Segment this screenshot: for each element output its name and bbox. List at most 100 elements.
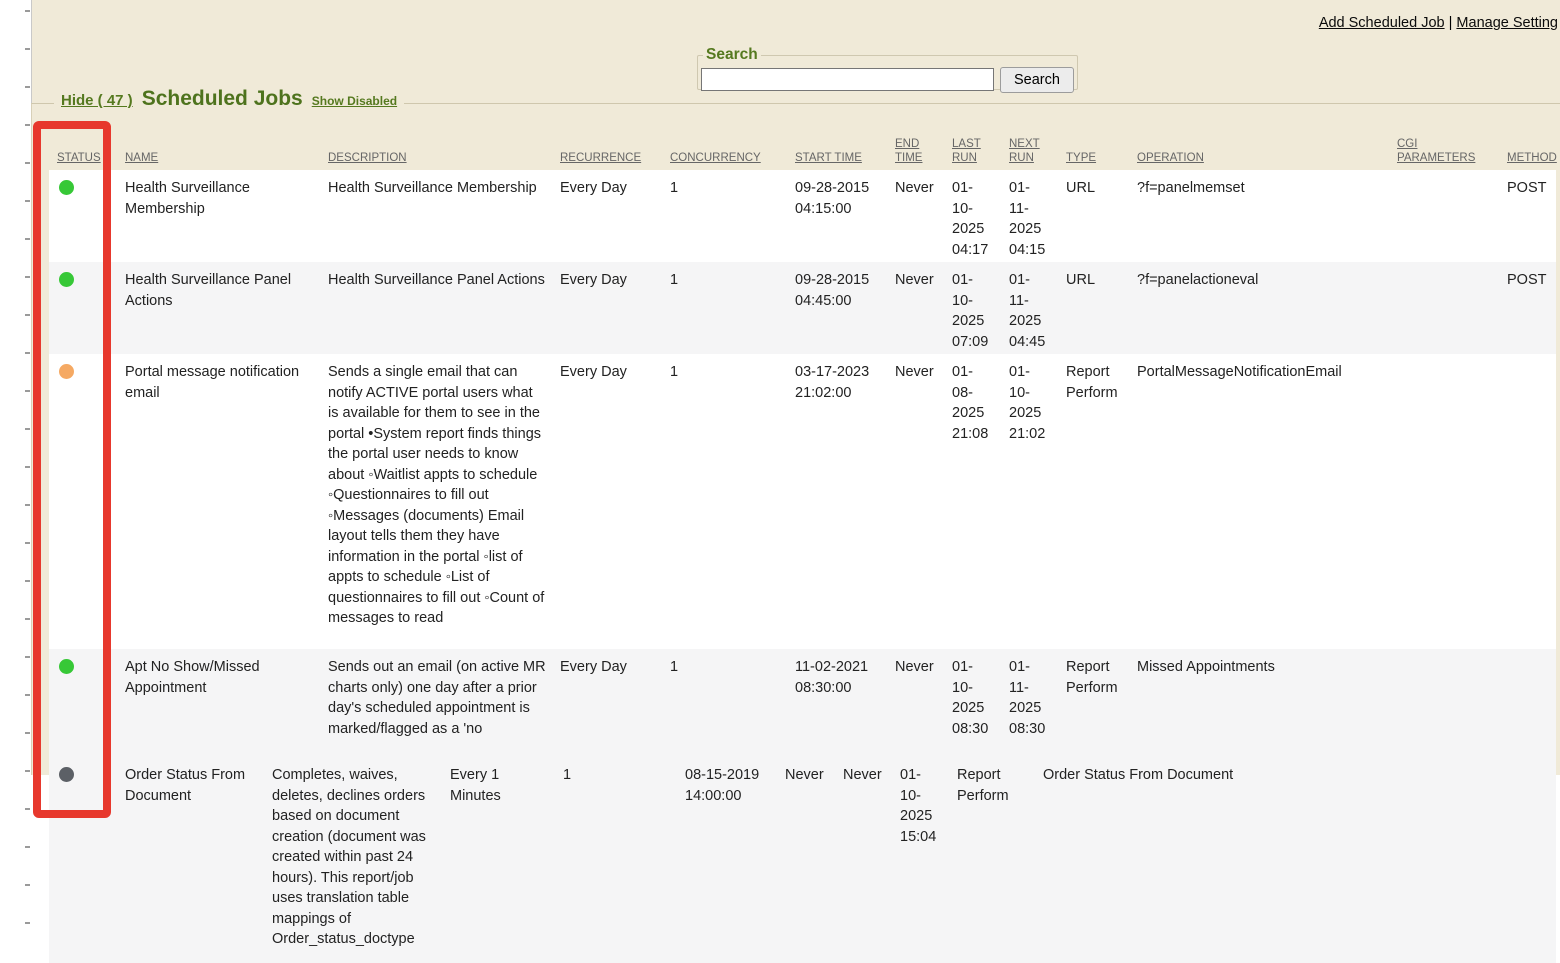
- status-cell: [49, 757, 117, 952]
- cell-type: Report Perform: [1058, 649, 1129, 758]
- cell-description: Sends a single email that can notify ACT…: [320, 354, 552, 649]
- cell-recurrence: Every Day: [552, 170, 662, 262]
- cell-next-run: 01-11-2025 04:15: [1001, 170, 1058, 262]
- table-row: Health Surveillance Panel ActionsHealth …: [49, 262, 1556, 354]
- cell-next-run: 01-10-2025 21:02: [1001, 354, 1058, 649]
- cell-end-time: Never: [887, 262, 944, 354]
- cell-start-time: 09-28-2015 04:45:00: [787, 262, 887, 354]
- cell-cgi-parameters: [1389, 354, 1499, 649]
- cell-operation: Order Status From Document: [1035, 757, 1556, 952]
- status-cell: [49, 649, 117, 758]
- cell-start-time: 03-17-2023 21:02:00: [787, 354, 887, 649]
- status-dot-green: [59, 180, 74, 195]
- add-scheduled-job-link[interactable]: Add Scheduled Job: [1319, 15, 1445, 31]
- cell-operation: PortalMessageNotificationEmail: [1129, 354, 1389, 649]
- top-links-separator: |: [1449, 15, 1453, 31]
- status-cell: [49, 354, 117, 649]
- cell-type: URL: [1058, 262, 1129, 354]
- cell-end-time: Never: [887, 354, 944, 649]
- cell-cgi-parameters: [1389, 262, 1499, 354]
- scheduled-jobs-table-continued: Order Status From DocumentCompletes, wai…: [49, 757, 1556, 963]
- scheduled-jobs-table: STATUSNAMEDESCRIPTIONRECURRENCECONCURREN…: [49, 124, 1556, 758]
- cell-next-run: 01-10-2025 15:04: [892, 757, 949, 952]
- cell-recurrence: Every Day: [552, 649, 662, 758]
- cell-name: Apt No Show/Missed Appointment: [117, 649, 320, 758]
- cell-name: Health Surveillance Membership: [117, 170, 320, 262]
- gutter-tick-marks: [25, 10, 30, 950]
- column-header-description[interactable]: DESCRIPTION: [320, 151, 552, 165]
- cell-name: Portal message notification email: [117, 354, 320, 649]
- cell-end-time: Never: [887, 649, 944, 758]
- cell-name: Health Surveillance Panel Actions: [117, 262, 320, 354]
- cell-recurrence: Every Day: [552, 354, 662, 649]
- cell-description: Completes, waives, deletes, declines ord…: [264, 757, 442, 952]
- show-disabled-link[interactable]: Show Disabled: [312, 91, 397, 112]
- cell-operation: ?f=panelmemset: [1129, 170, 1389, 262]
- cell-concurrency: 1: [662, 262, 787, 354]
- cell-method: POST: [1499, 262, 1556, 354]
- cell-name: Order Status From Document: [117, 757, 264, 952]
- cell-last-run: Never: [835, 757, 892, 952]
- table-row: Portal message notification emailSends a…: [49, 354, 1556, 649]
- search-legend: Search: [703, 45, 761, 66]
- cell-last-run: 01-10-2025 08:30: [944, 649, 1001, 758]
- column-header-type[interactable]: TYPE: [1058, 151, 1129, 165]
- cell-method: [1499, 649, 1556, 758]
- cell-recurrence: Every 1 Minutes: [442, 757, 555, 952]
- cell-next-run: 01-11-2025 08:30: [1001, 649, 1058, 758]
- cell-description: Health Surveillance Panel Actions: [320, 262, 552, 354]
- table-row: Health Surveillance MembershipHealth Sur…: [49, 170, 1556, 262]
- cell-method: [1499, 354, 1556, 649]
- column-header-end-time[interactable]: END TIME: [887, 137, 944, 165]
- cell-end-time: Never: [887, 170, 944, 262]
- column-header-status[interactable]: STATUS: [49, 151, 117, 165]
- status-dot-green: [59, 659, 74, 674]
- table-row: Apt No Show/Missed AppointmentSends out …: [49, 649, 1556, 758]
- cell-type: URL: [1058, 170, 1129, 262]
- cell-description: Health Surveillance Membership: [320, 170, 552, 262]
- status-dot-green: [59, 272, 74, 287]
- cell-type: Report Perform: [949, 757, 1035, 952]
- cell-operation: ?f=panelactioneval: [1129, 262, 1389, 354]
- cell-start-time: 08-15-2019 14:00:00: [677, 757, 777, 952]
- column-header-last-run[interactable]: LAST RUN: [944, 137, 1001, 165]
- table-header-row: STATUSNAMEDESCRIPTIONRECURRENCECONCURREN…: [49, 124, 1556, 170]
- column-header-next-run[interactable]: NEXT RUN: [1001, 137, 1058, 165]
- table-row: Order Status From DocumentCompletes, wai…: [49, 757, 1556, 952]
- column-header-concurrency[interactable]: CONCURRENCY: [662, 151, 787, 165]
- cell-start-time: 11-02-2021 08:30:00: [787, 649, 887, 758]
- cell-operation: Missed Appointments: [1129, 649, 1389, 758]
- search-fieldset: Search Search: [697, 45, 1078, 90]
- cell-last-run: 01-10-2025 07:09: [944, 262, 1001, 354]
- status-dot-gray: [59, 767, 74, 782]
- hide-count-link[interactable]: Hide ( 47 ): [61, 91, 133, 112]
- cell-cgi-parameters: [1389, 649, 1499, 758]
- status-cell: [49, 170, 117, 262]
- cell-recurrence: Every Day: [552, 262, 662, 354]
- cell-concurrency: 1: [662, 354, 787, 649]
- status-cell: [49, 262, 117, 354]
- column-header-start-time[interactable]: START TIME: [787, 151, 887, 165]
- cell-last-run: 01-10-2025 04:17: [944, 170, 1001, 262]
- cell-type: Report Perform: [1058, 354, 1129, 649]
- cell-cgi-parameters: [1389, 170, 1499, 262]
- cell-end-time: Never: [777, 757, 835, 952]
- cell-concurrency: 1: [662, 170, 787, 262]
- search-button[interactable]: Search: [1000, 67, 1074, 93]
- column-header-name[interactable]: NAME: [117, 151, 320, 165]
- cell-next-run: 01-11-2025 04:45: [1001, 262, 1058, 354]
- cell-method: POST: [1499, 170, 1556, 262]
- page-title: Scheduled Jobs: [142, 89, 303, 110]
- cell-start-time: 09-28-2015 04:15:00: [787, 170, 887, 262]
- search-input[interactable]: [701, 68, 994, 91]
- cell-description: Sends out an email (on active MR charts …: [320, 649, 552, 758]
- scheduled-jobs-legend: Hide ( 47 ) Scheduled Jobs Show Disabled: [54, 89, 404, 112]
- manage-settings-link[interactable]: Manage Setting: [1456, 15, 1558, 31]
- left-gutter: [0, 0, 31, 963]
- column-header-recurrence[interactable]: RECURRENCE: [552, 151, 662, 165]
- top-links-bar: Add Scheduled Job | Manage Setting: [1319, 13, 1558, 34]
- column-header-cgi-parameters[interactable]: CGI PARAMETERS: [1389, 137, 1499, 165]
- column-header-operation[interactable]: OPERATION: [1129, 151, 1389, 165]
- cell-concurrency: 1: [662, 649, 787, 758]
- column-header-method[interactable]: METHOD: [1499, 151, 1556, 165]
